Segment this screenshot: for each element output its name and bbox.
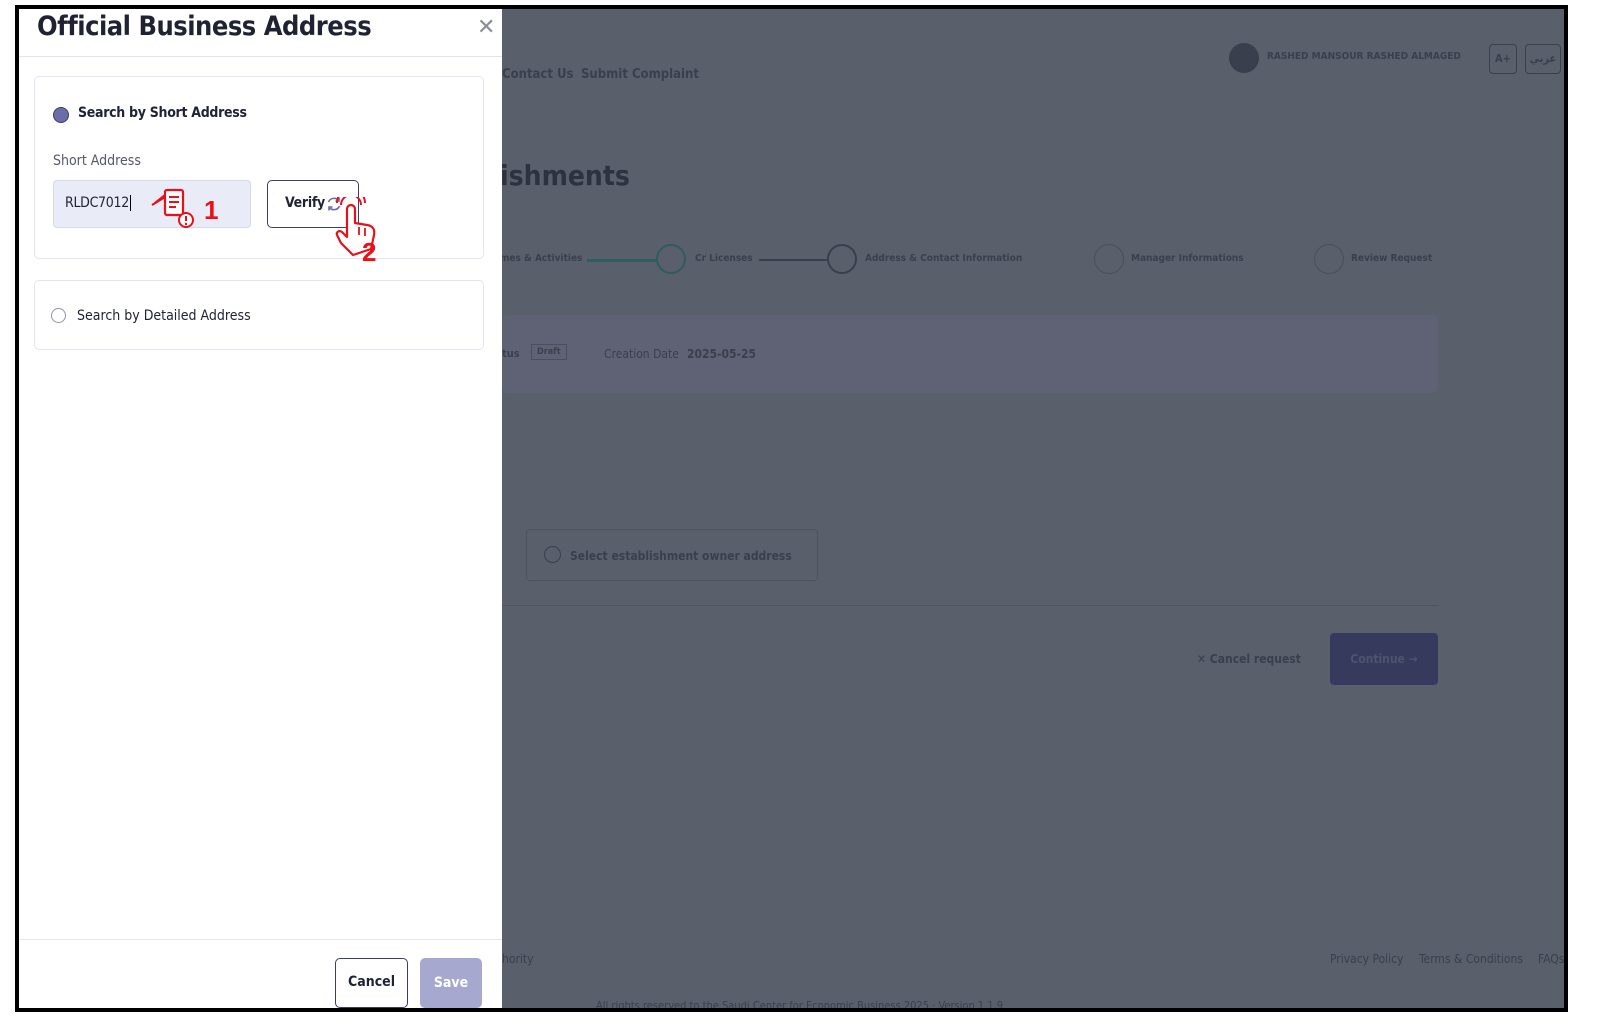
cancel-button[interactable]: Cancel	[335, 958, 408, 1008]
divider	[19, 56, 502, 57]
footer-faqs[interactable]: FAQs	[1538, 952, 1564, 966]
owner-address-label: Select establishment owner address	[570, 549, 792, 563]
save-button[interactable]: Save	[420, 958, 482, 1008]
language-button[interactable]: عربي	[1525, 44, 1561, 74]
nav-submit-complaint[interactable]: Submit Complaint	[581, 67, 699, 82]
divider	[502, 605, 1438, 606]
continue-button[interactable]: Continue →	[1330, 633, 1438, 685]
owner-address-radio[interactable]	[544, 546, 561, 563]
avatar[interactable]	[1229, 43, 1259, 73]
short-address-option-label[interactable]: Search by Short Address	[78, 105, 247, 121]
creation-date-value: 2025-05-25	[687, 347, 757, 361]
short-address-field-label: Short Address	[53, 153, 141, 169]
step-label: Review Request	[1351, 253, 1433, 264]
step-label: Address & Contact Information	[865, 253, 1023, 264]
font-size-button[interactable]: A+	[1489, 44, 1517, 74]
user-name[interactable]: RASHED MANSOUR RASHED ALMAGED	[1267, 51, 1461, 62]
short-address-value: RLDC7012	[65, 195, 131, 211]
address-drawer: Official Business Address ✕ Search by Sh…	[19, 9, 502, 1008]
step-circle	[1314, 244, 1344, 274]
step-circle	[1094, 244, 1124, 274]
detailed-address-card: Search by Detailed Address	[34, 280, 484, 350]
screenshot-frame: Contact Us Submit Complaint RASHED MANSO…	[15, 5, 1568, 1012]
document-warning-icon	[151, 188, 194, 228]
step-circle	[827, 244, 857, 274]
page-heading: ishments	[500, 159, 630, 192]
close-icon[interactable]: ✕	[477, 15, 495, 40]
short-address-radio[interactable]	[53, 107, 69, 123]
cancel-request-link[interactable]: ✕ Cancel request	[1197, 652, 1301, 666]
divider	[19, 939, 502, 940]
verify-button-label: Verify	[285, 195, 325, 211]
footer-left: hority	[502, 952, 534, 966]
short-address-card: Search by Short Address Short Address	[34, 76, 484, 259]
status-badge: Draft	[531, 344, 567, 360]
copyright: All rights reserved to the Saudi Center …	[596, 999, 1004, 1012]
footer-terms[interactable]: Terms & Conditions	[1419, 952, 1523, 966]
nav-contact-us[interactable]: Contact Us	[502, 67, 573, 82]
step-label: Cr Licenses	[695, 253, 753, 264]
detailed-address-option-label[interactable]: Search by Detailed Address	[77, 308, 251, 324]
stepper-line	[759, 259, 829, 261]
drawer-title: Official Business Address	[37, 11, 372, 42]
annotation-step-2: 2	[362, 237, 377, 267]
step-label: Manager Informations	[1131, 253, 1244, 264]
annotation-step-1: 1	[204, 195, 219, 225]
footer-privacy[interactable]: Privacy Policy	[1330, 952, 1404, 966]
creation-date-label: Creation Date	[604, 347, 679, 361]
step-label: mes & Activities	[500, 253, 583, 264]
detailed-address-radio[interactable]	[51, 308, 66, 323]
stepper-line	[587, 259, 657, 262]
status-label: tus	[502, 347, 520, 360]
step-circle	[656, 244, 686, 274]
